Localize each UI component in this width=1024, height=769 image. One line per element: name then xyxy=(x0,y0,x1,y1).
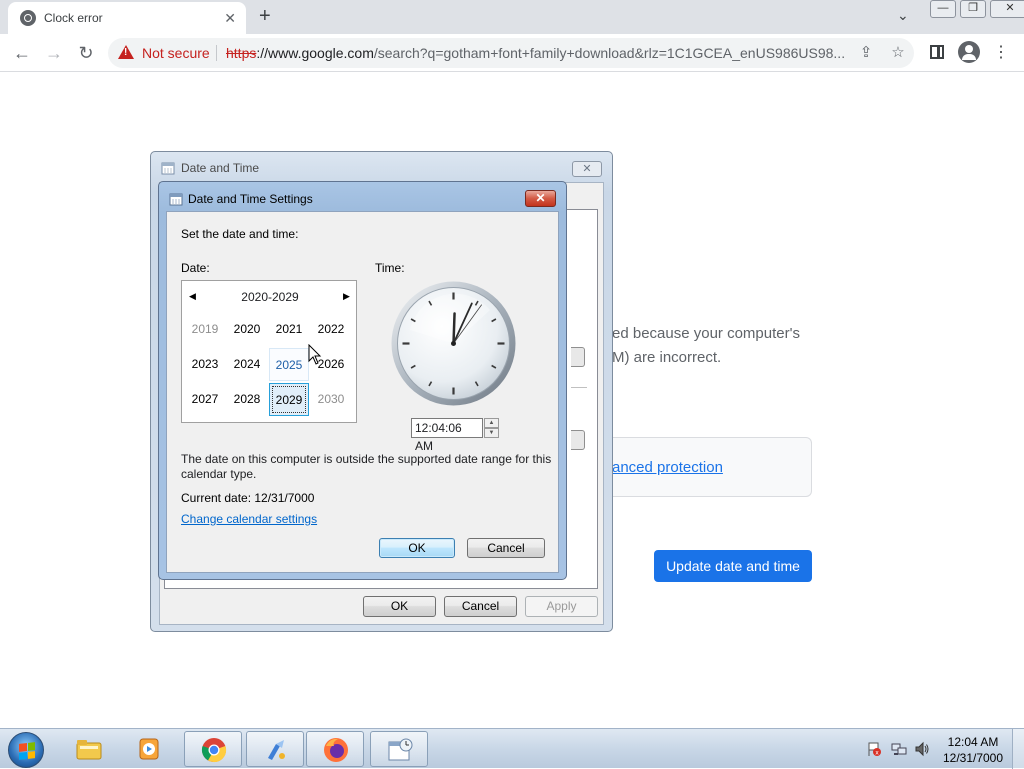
url-scheme: https xyxy=(226,45,257,61)
outer-window-title: Date and Time xyxy=(181,161,260,175)
outer-ok-button[interactable]: OK xyxy=(363,596,436,617)
divider xyxy=(216,45,217,61)
network-icon[interactable] xyxy=(891,741,907,757)
not-secure-label[interactable]: Not secure xyxy=(142,45,210,61)
svg-text:x: x xyxy=(875,750,879,757)
show-desktop-button[interactable] xyxy=(1012,729,1024,769)
browser-toolbar: ← → ↻ Not secure https://www.google.com/… xyxy=(0,34,1024,72)
back-arrow-icon[interactable]: ← xyxy=(10,41,34,65)
media-player-icon xyxy=(139,738,159,760)
year-cell-2025[interactable]: 2025 xyxy=(269,348,309,381)
taskbar-date: 12/31/7000 xyxy=(942,751,1004,765)
close-window-button[interactable]: ✕ xyxy=(990,0,1024,18)
side-panel-icon[interactable] xyxy=(930,45,944,59)
new-tab-button[interactable]: + xyxy=(259,5,271,28)
next-decade-arrow-icon[interactable]: ▶ xyxy=(343,291,350,302)
profile-avatar-icon[interactable] xyxy=(958,41,980,63)
settings-cancel-button[interactable]: Cancel xyxy=(467,538,545,558)
time-spin-down-icon[interactable]: ▼ xyxy=(484,428,499,438)
installer-icon xyxy=(268,740,285,760)
taskbar-time: 12:04 AM xyxy=(947,735,999,749)
year-cell-2029[interactable]: 2029 xyxy=(269,383,309,416)
calendar-decade-view: ◀ 2020-2029 ▶ 2019 2020 2021 2022 2023 2024 20… xyxy=(181,280,357,423)
reload-icon[interactable]: ↻ xyxy=(74,41,98,65)
settings-window-title: Date and Time Settings xyxy=(188,192,313,206)
taskbar-explorer[interactable] xyxy=(60,731,118,767)
address-bar[interactable]: Not secure https://www.google.com/search… xyxy=(108,38,914,68)
time-spin-up-icon[interactable]: ▲ xyxy=(484,418,499,428)
tab-strip: Clock error ✕ + ⌄ — ❐ ✕ xyxy=(0,0,1024,34)
time-input[interactable]: 12:04:06 AM xyxy=(411,418,483,453)
tab-title: Clock error xyxy=(44,11,103,25)
error-description: ed because your computer's M) are incorr… xyxy=(612,322,832,370)
outer-cancel-button[interactable]: Cancel xyxy=(444,596,517,617)
share-icon[interactable]: ⇪ xyxy=(856,43,876,63)
taskbar-date-time[interactable] xyxy=(370,731,428,767)
folder-icon xyxy=(76,740,102,760)
mouse-pointer-icon xyxy=(308,344,322,365)
forward-arrow-icon[interactable]: → xyxy=(42,41,66,65)
instruction-label: Set the date and time: xyxy=(181,227,299,241)
analog-clock xyxy=(391,281,516,406)
advanced-protection-link[interactable]: anced protection xyxy=(612,459,723,476)
time-label: Time: xyxy=(375,261,405,275)
hour-hand xyxy=(452,312,456,345)
year-cell-2023[interactable]: 2023 xyxy=(185,348,225,381)
windows-logo-icon xyxy=(19,742,35,760)
outer-apply-button[interactable]: Apply xyxy=(525,596,598,617)
globe-icon xyxy=(20,10,36,26)
year-cell-2019[interactable]: 2019 xyxy=(185,313,225,346)
menu-kebab-icon[interactable]: ⋮ xyxy=(990,42,1012,64)
minimize-button[interactable]: — xyxy=(930,0,956,18)
change-calendar-settings-link[interactable]: Change calendar settings xyxy=(181,512,317,526)
firefox-icon xyxy=(324,738,348,762)
tab-clock-error[interactable]: Clock error ✕ xyxy=(8,2,246,34)
decade-header[interactable]: 2020-2029 xyxy=(182,290,358,304)
outer-close-button[interactable]: ✕ xyxy=(572,161,602,177)
start-button[interactable] xyxy=(8,732,44,768)
tab-search-chevron-icon[interactable]: ⌄ xyxy=(897,7,909,24)
taskbar-clock[interactable]: 12:04 AM 12/31/7000 xyxy=(928,734,1018,766)
update-date-time-button[interactable]: Update date and time xyxy=(654,550,812,582)
warning-icon xyxy=(118,45,134,59)
current-date-text: Current date: 12/31/7000 xyxy=(181,491,315,505)
url-text[interactable]: https://www.google.com/search?q=gotham+f… xyxy=(226,45,846,61)
year-cell-2028[interactable]: 2028 xyxy=(227,383,267,416)
chrome-icon xyxy=(201,738,227,763)
window-controls: — ❐ ✕ xyxy=(926,0,1024,18)
taskbar-media-player[interactable] xyxy=(120,731,178,767)
divider xyxy=(571,387,587,388)
close-tab-icon[interactable]: ✕ xyxy=(224,10,236,27)
hidden-button-edge[interactable] xyxy=(571,430,585,450)
calendar-clock-icon xyxy=(388,738,413,761)
bookmark-star-icon[interactable]: ☆ xyxy=(888,43,908,63)
date-label: Date: xyxy=(181,261,210,275)
year-cell-2027[interactable]: 2027 xyxy=(185,383,225,416)
year-cell-2021[interactable]: 2021 xyxy=(269,313,309,346)
calendar-icon xyxy=(169,193,183,206)
taskbar-chrome[interactable] xyxy=(184,731,242,767)
hidden-button-edge[interactable] xyxy=(571,347,585,367)
url-path: /search?q=gotham+font+family+download&rl… xyxy=(373,45,846,61)
taskbar-installer[interactable] xyxy=(246,731,304,767)
settings-ok-button[interactable]: OK xyxy=(379,538,455,558)
url-host: ://www.google.com xyxy=(256,45,374,61)
restore-button[interactable]: ❐ xyxy=(960,0,986,18)
date-and-time-settings-window: Date and Time Settings ✕ Set the date an… xyxy=(158,181,567,580)
settings-close-button[interactable]: ✕ xyxy=(525,190,556,207)
year-cell-2022[interactable]: 2022 xyxy=(311,313,351,346)
year-cell-2030[interactable]: 2030 xyxy=(311,383,351,416)
unsupported-date-message: The date on this computer is outside the… xyxy=(181,452,552,481)
error-text-line-1: ed because your computer's xyxy=(612,325,800,342)
taskbar-firefox[interactable] xyxy=(306,731,364,767)
settings-client-area: Set the date and time: Date: Time: ◀ 202… xyxy=(166,211,559,573)
error-text-line-2: M) are incorrect. xyxy=(612,349,722,366)
action-center-flag-icon[interactable]: x xyxy=(866,741,882,757)
year-cell-2020[interactable]: 2020 xyxy=(227,313,267,346)
calendar-icon xyxy=(161,162,175,175)
year-cell-2024[interactable]: 2024 xyxy=(227,348,267,381)
windows-taskbar: x 12:04 AM 12/31/7000 xyxy=(0,728,1024,769)
